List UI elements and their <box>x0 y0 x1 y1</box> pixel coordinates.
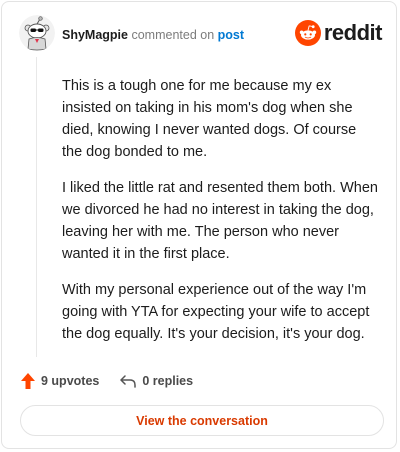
comment-paragraph: This is a tough one for me because my ex… <box>62 78 357 160</box>
reply-count: 0 replies <box>142 374 194 388</box>
comment-paragraph: I liked the little rat and resented them… <box>62 180 378 262</box>
post-link[interactable]: post <box>218 28 244 42</box>
comment-header: ShyMagpie commented on post reddit <box>19 15 383 53</box>
comment-body: This is a tough one for me because my ex… <box>62 75 378 359</box>
byline: ShyMagpie commented on post <box>62 27 244 43</box>
upvote-count: 9 upvotes <box>41 374 100 388</box>
action-text: commented on <box>131 28 215 42</box>
reply-button[interactable]: 0 replies <box>119 373 193 389</box>
comment-footer: 9 upvotes 0 replies <box>20 370 213 392</box>
thread-line <box>36 57 37 357</box>
upvote-arrow-icon <box>21 373 35 389</box>
snoo-avatar-icon <box>19 15 55 51</box>
view-conversation-button[interactable]: View the conversation <box>20 405 384 436</box>
comment-paragraph: With my personal experience out of the w… <box>62 282 370 342</box>
user-avatar[interactable] <box>19 15 55 51</box>
reddit-wordmark: reddit <box>323 20 383 45</box>
upvote-button[interactable]: 9 upvotes <box>20 372 99 390</box>
reddit-snoo-icon <box>294 20 321 46</box>
reddit-logo[interactable]: reddit <box>294 19 383 47</box>
reply-arrow-icon <box>120 375 137 388</box>
comment-card: ShyMagpie commented on post reddit This … <box>1 1 397 449</box>
username-link[interactable]: ShyMagpie <box>62 28 128 42</box>
